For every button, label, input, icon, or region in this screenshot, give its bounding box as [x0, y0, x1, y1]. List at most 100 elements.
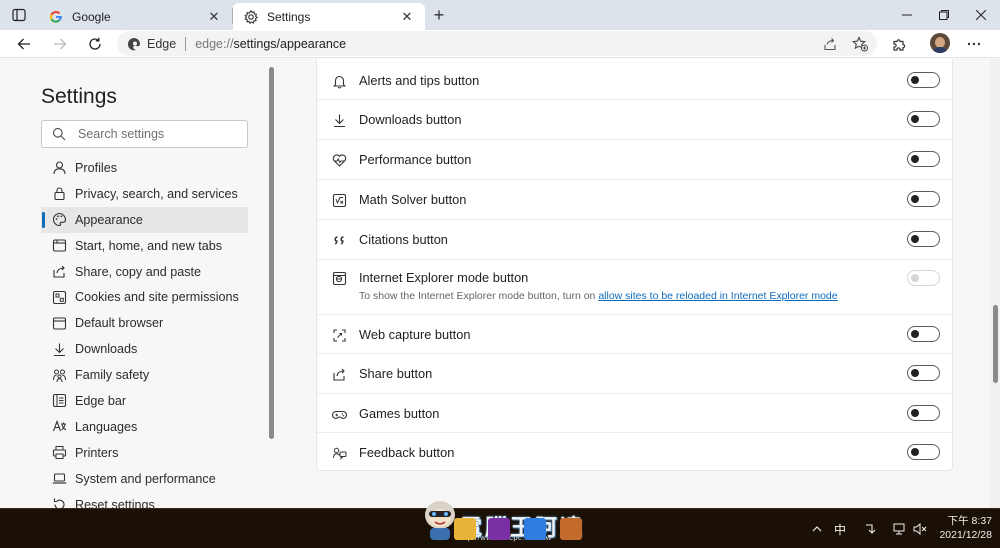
network-icon	[893, 523, 905, 535]
sidebar-scrollbar-thumb[interactable]	[269, 67, 274, 439]
tab-settings[interactable]: Settings ✕	[233, 3, 425, 30]
share-toggle[interactable]	[907, 365, 940, 381]
download-icon	[51, 341, 67, 357]
address-divider	[185, 36, 187, 51]
sidebar-item-default-browser[interactable]: Default browser	[41, 310, 248, 336]
content-scrollbar[interactable]	[990, 59, 1000, 508]
sidebar-item-label: Languages	[75, 419, 138, 434]
sidebar-item-label: Downloads	[75, 342, 138, 357]
sidebar-item-label: Appearance	[75, 212, 143, 227]
share-page-button[interactable]	[820, 34, 840, 54]
sidebar-item-share-copy[interactable]: Share, copy and paste	[41, 259, 248, 285]
ie-mode-toggle[interactable]	[907, 270, 940, 286]
maximize-button[interactable]	[925, 0, 963, 30]
avatar-shirt	[933, 47, 947, 53]
tab-actions-button[interactable]	[6, 5, 32, 25]
volume-button[interactable]	[911, 509, 929, 548]
browser-icon	[51, 315, 67, 331]
sidebar-item-label: Share, copy and paste	[75, 264, 202, 279]
sidebar-item-family-safety[interactable]: Family safety	[41, 362, 248, 388]
sidebar-item-profiles[interactable]: Profiles	[41, 155, 248, 181]
network-button[interactable]	[890, 509, 910, 548]
sidebar-item-reset[interactable]: Reset settings	[41, 492, 248, 508]
setting-row-alerts: Alerts and tips button	[317, 59, 952, 100]
setting-row-performance: Performance button	[317, 140, 952, 180]
sidebar-item-downloads[interactable]: Downloads	[41, 336, 248, 362]
sidebar-item-printers[interactable]: Printers	[41, 440, 248, 466]
sidebar-item-system[interactable]: System and performance	[41, 466, 248, 492]
sidebar-item-label: Reset settings	[75, 497, 155, 508]
laptop-icon	[51, 471, 67, 487]
sidebar-item-cookies[interactable]: Cookies and site permissions	[41, 284, 248, 310]
sidebar-item-start-home[interactable]: Start, home, and new tabs	[41, 233, 248, 259]
close-window-button[interactable]	[962, 0, 1000, 30]
close-icon: ✕	[401, 8, 413, 24]
sidebar-scrollbar[interactable]	[268, 59, 276, 508]
browser-toolbar: Edge edge:// settings/appearance	[0, 30, 1000, 58]
setting-row-share: Share button	[317, 354, 952, 394]
back-button[interactable]	[12, 33, 36, 55]
setting-title: Citations button	[359, 232, 448, 247]
ime-mode-button[interactable]: 中	[830, 509, 850, 548]
refresh-button[interactable]	[83, 33, 107, 55]
star-add-icon	[852, 36, 868, 52]
content-scrollbar-thumb[interactable]	[993, 305, 998, 383]
feedback-toggle[interactable]	[907, 444, 940, 460]
gamepad-icon	[331, 406, 347, 422]
search-placeholder: Search settings	[78, 127, 165, 141]
toggle-knob	[911, 448, 919, 456]
file-explorer-taskbar-icon[interactable]	[454, 518, 476, 540]
family-icon	[51, 367, 67, 383]
more-dots-icon	[967, 42, 981, 46]
tab-google[interactable]: Google ✕	[38, 3, 232, 30]
alerts-tips-toggle[interactable]	[907, 72, 940, 88]
web-capture-toggle[interactable]	[907, 326, 940, 342]
web-capture-icon	[331, 327, 347, 343]
setting-title: Downloads button	[359, 112, 462, 127]
profile-icon	[51, 160, 67, 176]
performance-toggle[interactable]	[907, 151, 940, 167]
feedback-icon	[331, 445, 347, 461]
ime-switch-icon	[866, 524, 876, 534]
minimize-button[interactable]	[888, 0, 926, 30]
setting-title: Share button	[359, 366, 433, 381]
toolbar-buttons-card: Alerts and tips button Downloads button …	[316, 59, 953, 471]
math-solver-toggle[interactable]	[907, 191, 940, 207]
taskbar-clock[interactable]: 下午 8:37 2021/12/28	[932, 514, 992, 542]
toggle-knob	[911, 115, 919, 123]
close-tab-button[interactable]: ✕	[399, 9, 415, 25]
ime-switch-button[interactable]	[860, 509, 880, 548]
settings-more-button[interactable]	[964, 34, 984, 54]
sidebar-nav: Profiles Privacy, search, and services A…	[41, 155, 248, 508]
ie-reload-settings-link[interactable]: allow sites to be reloaded in Internet E…	[598, 290, 837, 302]
share-icon	[331, 366, 347, 382]
add-favorite-button[interactable]	[850, 34, 870, 54]
tab-label: Settings	[267, 9, 311, 24]
sidebar-item-label: Default browser	[75, 316, 164, 331]
downloads-toggle[interactable]	[907, 111, 940, 127]
sidebar-item-privacy[interactable]: Privacy, search, and services	[41, 181, 248, 207]
new-tab-button[interactable]: +	[428, 5, 450, 25]
ime-label: 中	[833, 522, 846, 537]
browser-taskbar-icon[interactable]	[524, 518, 546, 540]
download-icon	[331, 112, 347, 128]
games-toggle[interactable]	[907, 405, 940, 421]
lock-icon	[51, 186, 67, 202]
sidebar-item-languages[interactable]: Languages	[41, 414, 248, 440]
close-tab-button[interactable]: ✕	[206, 9, 222, 25]
setting-row-math-solver: Math Solver button	[317, 180, 952, 220]
printer-icon	[51, 445, 67, 461]
onenote-taskbar-icon[interactable]	[488, 518, 510, 540]
forward-button[interactable]	[48, 33, 72, 55]
setting-title: Alerts and tips button	[359, 73, 480, 88]
search-settings-input[interactable]: Search settings	[41, 120, 248, 148]
address-bar[interactable]: Edge edge:// settings/appearance	[117, 31, 877, 56]
citations-toggle[interactable]	[907, 231, 940, 247]
tray-overflow-button[interactable]	[808, 509, 826, 548]
extensions-button[interactable]	[889, 34, 909, 54]
profile-avatar[interactable]	[930, 33, 950, 53]
palette-icon	[51, 212, 67, 228]
sidebar-item-appearance[interactable]: Appearance	[41, 206, 248, 233]
sidebar-item-edge-bar[interactable]: Edge bar	[41, 388, 248, 414]
app-taskbar-icon[interactable]	[560, 518, 582, 540]
